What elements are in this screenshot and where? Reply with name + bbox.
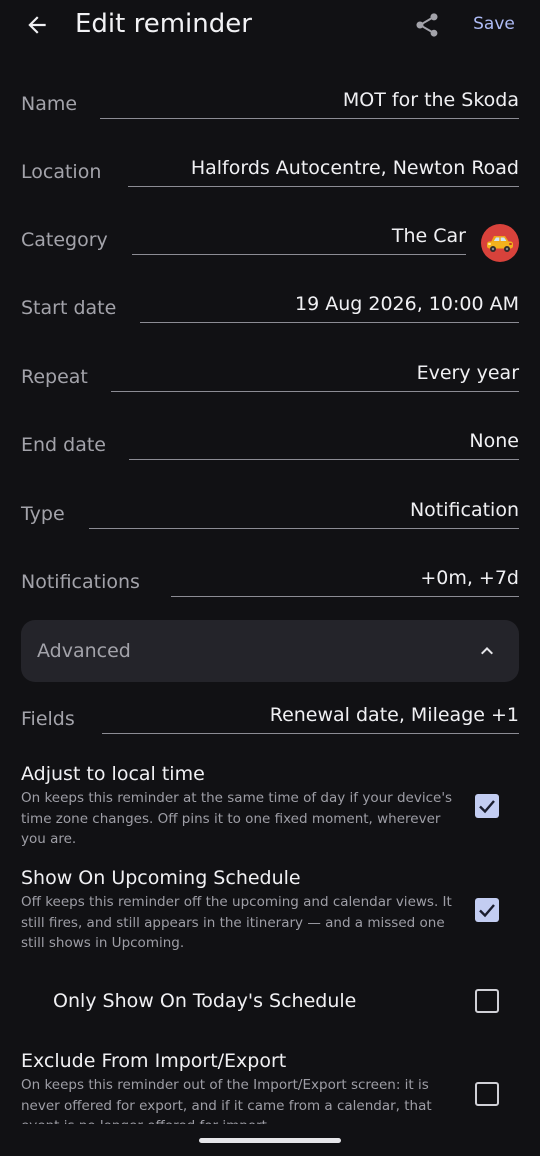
name-field[interactable]: MOT for the Skoda [100, 86, 519, 119]
type-label: Type [21, 503, 65, 525]
type-field[interactable]: Notification [89, 496, 519, 529]
start-date-label: Start date [21, 297, 117, 319]
exclude-import-export-row: Exclude From Import/Export On keeps this… [21, 1048, 519, 1124]
only-today-row: Only Show On Today's Schedule [21, 986, 519, 1018]
start-date-field[interactable]: 19 Aug 2026, 10:00 AM [140, 290, 519, 323]
fields-label: Fields [21, 708, 75, 730]
category-field[interactable]: The Car [132, 222, 466, 255]
location-field[interactable]: Halfords Autocentre, Newton Road [128, 154, 519, 187]
adjust-local-time-checkbox[interactable] [475, 794, 499, 818]
repeat-row: Repeat Every year [21, 359, 519, 399]
save-button[interactable]: Save [466, 10, 522, 38]
notifications-field[interactable]: +0m, +7d [171, 564, 519, 597]
share-icon [416, 13, 438, 37]
arrow-left-icon [28, 16, 46, 34]
category-row: Category The Car [21, 222, 519, 262]
location-row: Location Halfords Autocentre, Newton Roa… [21, 154, 519, 194]
fields-row: Fields Renewal date, Mileage +1 [21, 701, 519, 741]
scroll-clip: Exclude From Import/Export On keeps this… [0, 1040, 540, 1124]
adjust-local-time-description: On keeps this reminder at the same time … [21, 790, 453, 848]
start-date-row: Start date 19 Aug 2026, 10:00 AM [21, 290, 519, 330]
category-color-button[interactable] [481, 224, 519, 262]
notifications-label: Notifications [21, 571, 140, 593]
car-icon [487, 236, 513, 252]
share-button[interactable] [410, 8, 444, 42]
exclude-import-export-description: On keeps this reminder out of the Import… [21, 1077, 432, 1124]
only-today-title: Only Show On Today's Schedule [53, 990, 357, 1012]
repeat-label: Repeat [21, 366, 88, 388]
notifications-row: Notifications +0m, +7d [21, 564, 519, 604]
show-upcoming-checkbox[interactable] [475, 898, 499, 922]
repeat-field[interactable]: Every year [111, 359, 519, 392]
checkmark-icon [479, 800, 495, 814]
end-date-row: End date None [21, 427, 519, 467]
fields-field[interactable]: Renewal date, Mileage +1 [102, 701, 519, 734]
name-label: Name [21, 93, 78, 115]
back-button[interactable] [20, 8, 54, 42]
advanced-label: Advanced [37, 640, 131, 662]
only-today-checkbox[interactable] [475, 989, 499, 1013]
name-row: Name MOT for the Skoda [21, 86, 519, 126]
location-label: Location [21, 161, 102, 183]
end-date-label: End date [21, 434, 106, 456]
chevron-up-icon [481, 647, 493, 655]
category-label: Category [21, 229, 108, 251]
show-upcoming-title: Show On Upcoming Schedule [21, 867, 301, 889]
adjust-local-time-row: Adjust to local time On keeps this remin… [21, 761, 519, 851]
adjust-local-time-title: Adjust to local time [21, 763, 205, 785]
top-app-bar: Edit reminder Save [0, 0, 540, 50]
end-date-field[interactable]: None [129, 427, 519, 460]
advanced-section-toggle[interactable]: Advanced [21, 620, 519, 682]
exclude-import-export-title: Exclude From Import/Export [21, 1050, 287, 1072]
page-title: Edit reminder [75, 9, 252, 39]
show-upcoming-description: Off keeps this reminder off the upcoming… [21, 894, 452, 952]
checkmark-icon [479, 904, 495, 918]
exclude-import-export-checkbox[interactable] [475, 1082, 499, 1106]
show-upcoming-row: Show On Upcoming Schedule Off keeps this… [21, 865, 519, 955]
home-indicator[interactable] [199, 1138, 341, 1143]
type-row: Type Notification [21, 496, 519, 536]
